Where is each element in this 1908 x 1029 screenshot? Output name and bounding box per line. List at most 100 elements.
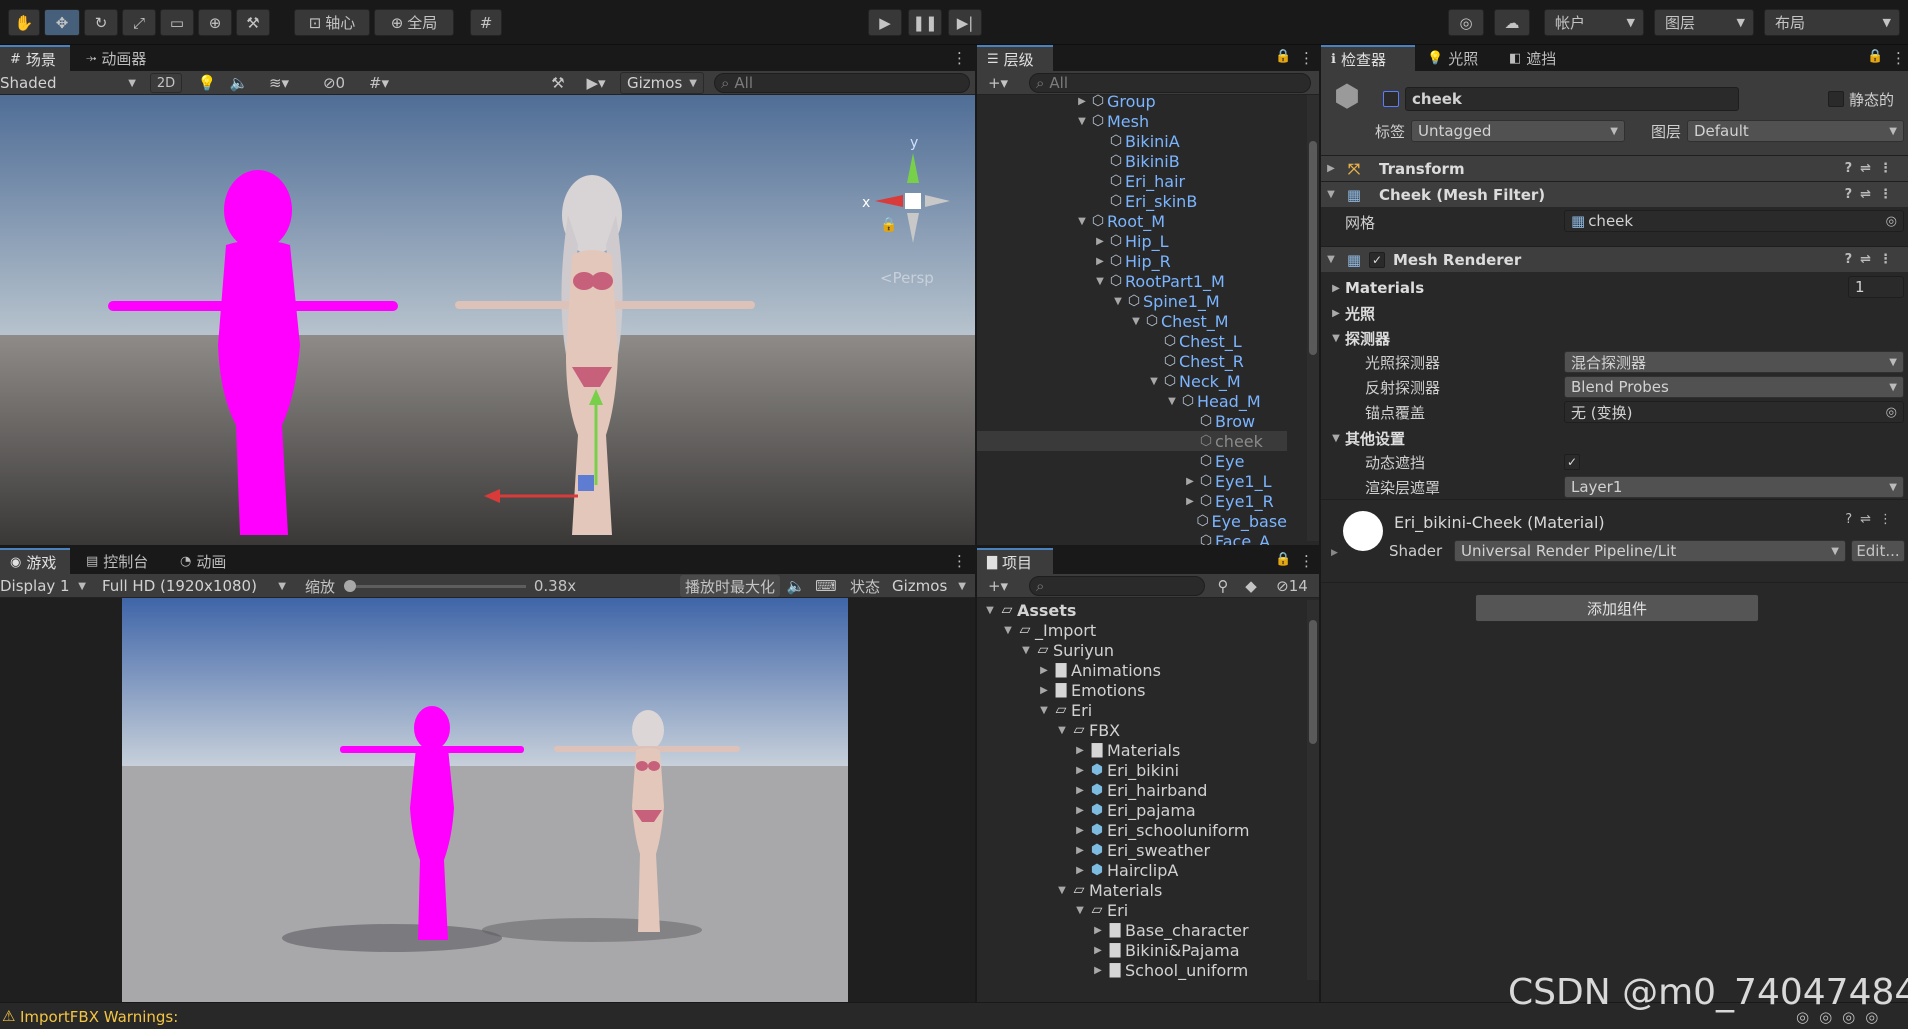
- tab-occlusion[interactable]: ◧ 遮挡: [1499, 45, 1575, 71]
- transform-component-header[interactable]: ▶ ⤧ Transform ?⇌⋮: [1321, 155, 1908, 181]
- hierarchy-item[interactable]: ⬡ Chest_L: [977, 331, 1287, 351]
- materials-count-field[interactable]: 1: [1848, 276, 1904, 298]
- project-item[interactable]: ▼ ▱ _Import: [977, 620, 1287, 640]
- hierarchy-item[interactable]: ▼ ⬡ Root_M: [977, 211, 1287, 231]
- other-settings-foldout[interactable]: ▼ 其他设置: [1329, 427, 1405, 449]
- hierarchy-item[interactable]: ▶ ⬡ Hip_L: [977, 231, 1287, 251]
- maximize-on-play-toggle[interactable]: 播放时最大化: [680, 575, 780, 597]
- hierarchy-item[interactable]: ▼ ⬡ Spine1_M: [977, 291, 1287, 311]
- lock-icon[interactable]: 🔒: [1275, 552, 1291, 567]
- reflection-probes-dropdown[interactable]: Blend Probes ▼: [1564, 376, 1904, 398]
- game-gizmos-dropdown[interactable]: Gizmos ▼: [886, 575, 972, 597]
- project-item[interactable]: ▶ ⬢ Eri_schooluniform: [977, 820, 1287, 840]
- step-button[interactable]: ▶|: [948, 9, 982, 36]
- project-item[interactable]: ▶ ⬢ Eri_sweather: [977, 840, 1287, 860]
- hierarchy-item[interactable]: ⬡ BikiniB: [977, 151, 1287, 171]
- hierarchy-item[interactable]: ▶ ⬡ Group: [977, 91, 1287, 111]
- gameobject-cube-icon[interactable]: ⬢: [1329, 79, 1365, 115]
- move-tool-button[interactable]: ✥: [44, 9, 80, 36]
- material-name[interactable]: Eri_bikini-Cheek (Material): [1394, 511, 1605, 533]
- project-item[interactable]: ▶ ▇ Base_character: [977, 920, 1287, 940]
- component-tools[interactable]: ?⇌⋮: [1845, 512, 1900, 527]
- more-menu-icon[interactable]: ⋮: [952, 49, 967, 67]
- expand-icon[interactable]: ▶: [1075, 96, 1089, 107]
- collapse-icon[interactable]: ▼: [1037, 705, 1051, 716]
- dynamic-occlusion-checkbox[interactable]: ✓: [1564, 454, 1580, 470]
- project-item[interactable]: ▶ ▇ Emotions: [977, 680, 1287, 700]
- project-item[interactable]: ▶ ▇ Animations: [977, 660, 1287, 680]
- expand-icon[interactable]: ▶: [1091, 965, 1105, 976]
- expand-icon[interactable]: ▶: [1073, 785, 1087, 796]
- cloud-button[interactable]: ☁: [1494, 9, 1530, 36]
- hierarchy-item[interactable]: ⬡ Chest_R: [977, 351, 1287, 371]
- grid-dropdown[interactable]: #▾: [356, 73, 402, 93]
- lock-icon[interactable]: 🔒: [1275, 49, 1291, 64]
- tab-animation[interactable]: ◔ 动画: [170, 548, 250, 574]
- project-item[interactable]: ▼ ▱ Eri: [977, 700, 1287, 720]
- hand-tool-button[interactable]: ✋: [8, 9, 40, 36]
- layer-dropdown[interactable]: Default ▼: [1687, 120, 1904, 142]
- mesh-filter-component-header[interactable]: ▼ ▦ Cheek (Mesh Filter) ?⇌⋮: [1321, 181, 1908, 207]
- more-menu-icon[interactable]: ⋮: [1299, 552, 1314, 570]
- project-item[interactable]: ▶ ⬢ HairclipA: [977, 860, 1287, 880]
- expand-icon[interactable]: ▶: [1093, 256, 1107, 267]
- more-menu-icon[interactable]: ⋮: [952, 552, 967, 570]
- collapse-icon[interactable]: ▼: [1019, 645, 1033, 656]
- shader-dropdown[interactable]: Universal Render Pipeline/Lit ▼: [1454, 540, 1846, 562]
- shading-mode-dropdown[interactable]: Shaded ▼: [0, 72, 142, 94]
- project-search-input[interactable]: ⌕: [1029, 576, 1205, 596]
- enabled-checkbox[interactable]: ✓: [1369, 251, 1385, 268]
- status-warning-text[interactable]: ImportFBX Warnings:: [20, 1008, 178, 1026]
- collapse-icon[interactable]: ▼: [1165, 396, 1179, 407]
- stats-toggle[interactable]: 状态: [846, 576, 884, 596]
- audio-toggle[interactable]: 🔈: [228, 73, 250, 93]
- lighting-toggle[interactable]: 💡: [196, 73, 218, 93]
- tab-game[interactable]: ◉ 游戏: [0, 548, 70, 574]
- rect-tool-button[interactable]: ▭: [160, 9, 194, 36]
- hierarchy-item[interactable]: ⬡ Eye_base: [977, 511, 1287, 531]
- collapse-icon[interactable]: ▼: [1055, 885, 1069, 896]
- lock-icon[interactable]: 🔒: [1867, 49, 1883, 64]
- collapse-icon[interactable]: ▼: [1129, 316, 1143, 327]
- mesh-object-field[interactable]: ▦ cheek ◎: [1564, 210, 1904, 232]
- hierarchy-item[interactable]: ⬡ cheek: [977, 431, 1287, 451]
- expand-icon[interactable]: ▶: [1037, 665, 1051, 676]
- hierarchy-search-input[interactable]: ⌕ All: [1029, 73, 1311, 93]
- expand-icon[interactable]: ▶: [1073, 865, 1087, 876]
- anchor-override-field[interactable]: 无 (变换) ◎: [1564, 401, 1904, 423]
- hierarchy-item[interactable]: ▼ ⬡ Mesh: [977, 111, 1287, 131]
- component-tools[interactable]: ?⇌⋮: [1845, 161, 1900, 176]
- play-button[interactable]: ▶: [868, 9, 902, 36]
- camera-dropdown[interactable]: ▶▾: [578, 73, 614, 93]
- expand-icon[interactable]: ▶: [1093, 236, 1107, 247]
- project-item[interactable]: ▶ ▇ Bikini&Pajama: [977, 940, 1287, 960]
- hierarchy-item[interactable]: ▶ ⬡ Eye1_R: [977, 491, 1287, 511]
- collapse-icon[interactable]: ▼: [1075, 116, 1089, 127]
- tab-lighting[interactable]: 💡 光照: [1417, 45, 1493, 71]
- mesh-renderer-component-header[interactable]: ▼ ▦ ✓ Mesh Renderer ?⇌⋮: [1321, 246, 1908, 272]
- scene-search-input[interactable]: ⌕ All: [714, 73, 970, 93]
- custom-tool-button[interactable]: ⚒: [236, 9, 270, 36]
- hierarchy-item[interactable]: ⬡ BikiniA: [977, 131, 1287, 151]
- tab-hierarchy[interactable]: ☰ 层级: [977, 45, 1053, 71]
- hierarchy-item[interactable]: ▶ ⬡ Hip_R: [977, 251, 1287, 271]
- hierarchy-item[interactable]: ⬡ Eri_skinB: [977, 191, 1287, 211]
- keyboard-toggle[interactable]: ⌨: [814, 576, 838, 596]
- project-item[interactable]: ▼ ▱ Eri: [977, 900, 1287, 920]
- effects-dropdown[interactable]: ≋▾: [260, 73, 298, 93]
- filter-by-label-button[interactable]: ◆: [1239, 576, 1263, 596]
- hierarchy-item[interactable]: ▼ ⬡ Chest_M: [977, 311, 1287, 331]
- tag-dropdown[interactable]: Untagged ▼: [1411, 120, 1625, 142]
- tab-project[interactable]: ▇ 项目: [977, 548, 1053, 574]
- filter-by-type-button[interactable]: ⚲: [1211, 576, 1235, 596]
- material-preview-sphere[interactable]: [1343, 511, 1383, 551]
- account-dropdown[interactable]: 帐户 ▼: [1544, 9, 1644, 36]
- tools-toggle[interactable]: ⚒: [546, 73, 570, 93]
- hierarchy-item[interactable]: ⬡ Eye: [977, 451, 1287, 471]
- global-button[interactable]: ⊕ 全局: [374, 9, 454, 36]
- transform-tool-button[interactable]: ⊕: [198, 9, 232, 36]
- scale-tool-button[interactable]: ⤢: [122, 9, 156, 36]
- expand-icon[interactable]: ▶: [1037, 685, 1051, 696]
- project-item[interactable]: ▼ ▱ Assets: [977, 602, 1287, 620]
- scale-slider[interactable]: [344, 580, 526, 592]
